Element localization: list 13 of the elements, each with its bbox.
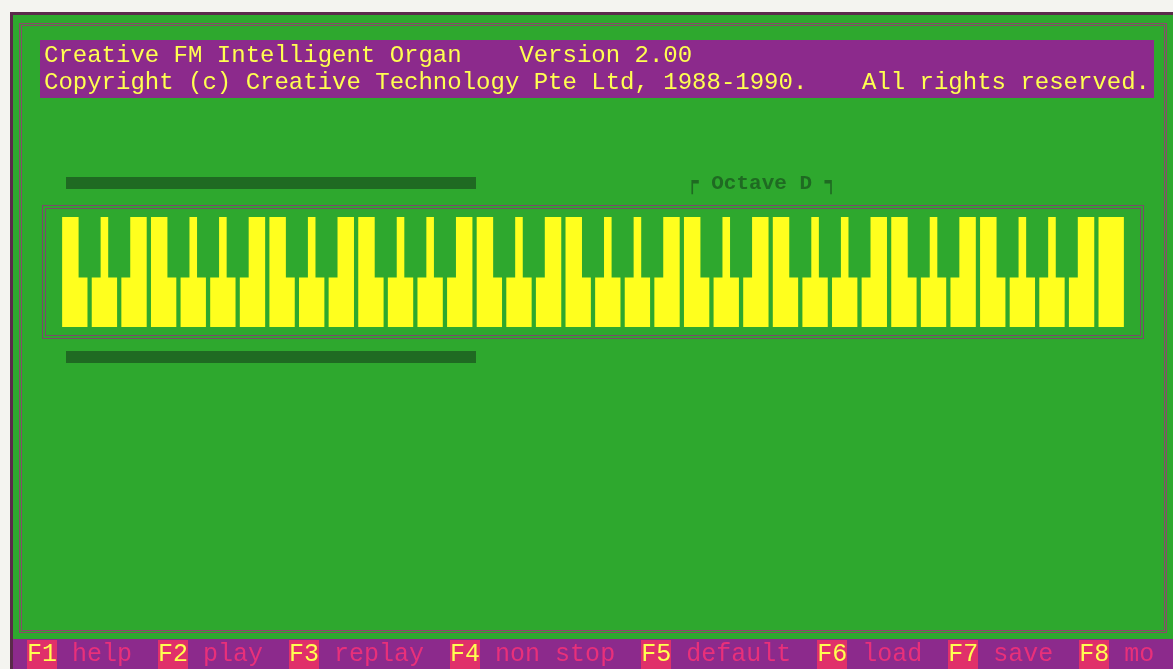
function-key[interactable]: F3 replay <box>289 639 425 669</box>
app-title: Creative FM Intelligent Organ <box>44 42 462 69</box>
octave-label: ┍ Octave D ┑ <box>686 171 838 195</box>
function-key[interactable]: F6 load <box>817 639 923 669</box>
function-key[interactable]: F7 save <box>948 639 1054 669</box>
function-key[interactable]: F8 mo <box>1079 639 1155 669</box>
function-key[interactable]: F2 play <box>158 639 264 669</box>
rights-text: All rights reserved. <box>861 69 1150 96</box>
version-text: Version 2.00 <box>519 42 693 69</box>
function-key[interactable]: F4 non stop <box>450 639 616 669</box>
function-key[interactable]: F1 help <box>27 639 133 669</box>
function-key[interactable]: F5 default <box>641 639 792 669</box>
copyright-text: Copyright (c) Creative Technology Pte Ltd, 1988-1990. <box>44 69 808 96</box>
